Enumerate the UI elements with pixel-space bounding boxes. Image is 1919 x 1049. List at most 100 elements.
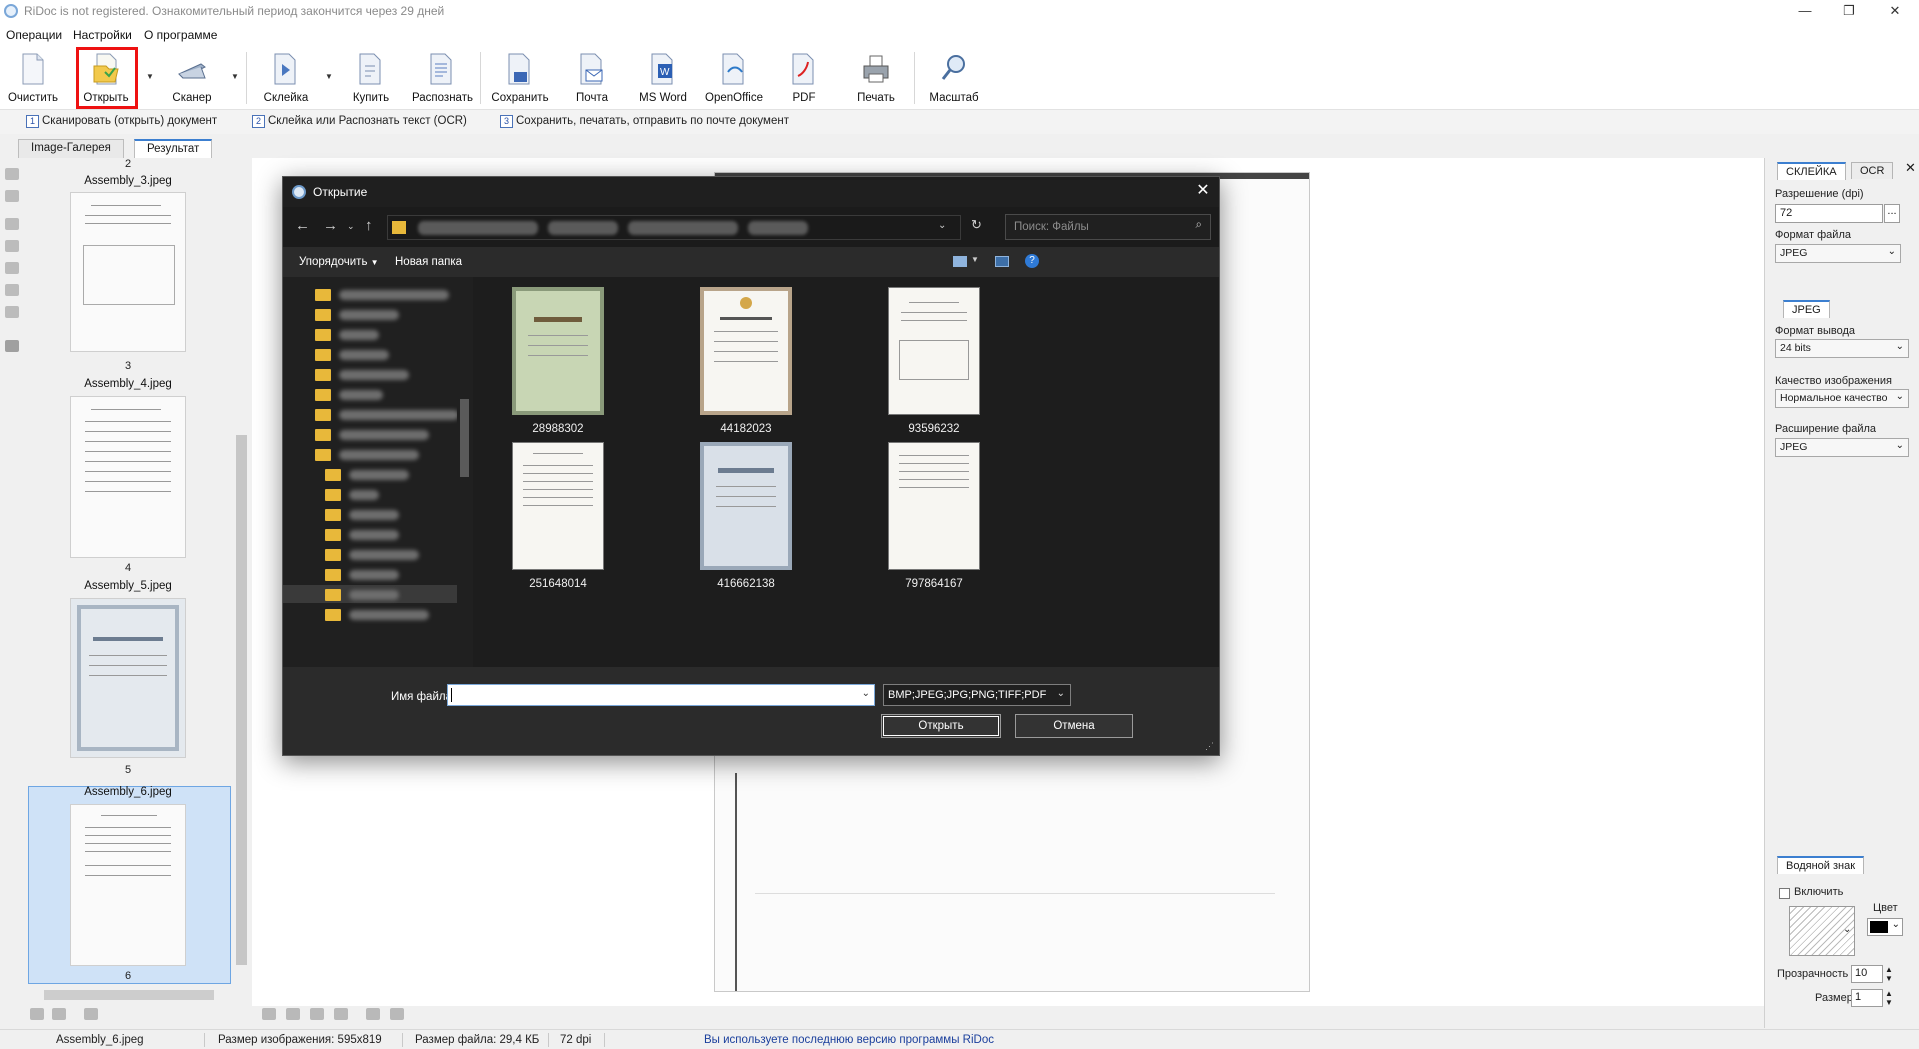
view-icon[interactable] bbox=[366, 1008, 380, 1020]
tab-glue[interactable]: СКЛЕЙКА bbox=[1777, 162, 1846, 180]
refresh-icon[interactable]: ↻ bbox=[971, 217, 982, 233]
tree-scroll-thumb[interactable] bbox=[460, 399, 469, 477]
view-icon[interactable] bbox=[286, 1008, 300, 1020]
pdf-icon bbox=[792, 53, 814, 85]
rotate-icon[interactable] bbox=[5, 218, 19, 230]
thumbnail-caption: Assembly_5.jpeg bbox=[84, 580, 172, 592]
dialog-title-bar: Открытие ✕ bbox=[283, 177, 1219, 207]
resize-grip-icon[interactable]: ⋰ bbox=[1205, 741, 1214, 752]
openoffice-button[interactable]: OpenOffice bbox=[704, 50, 764, 108]
step-glue-ocr[interactable]: 2 Склейка или Распознать текст (OCR) bbox=[252, 115, 467, 128]
glue-dropdown-arrow[interactable]: ▼ bbox=[325, 72, 333, 81]
restore-button[interactable]: ❐ bbox=[1826, 0, 1872, 24]
tab-watermark[interactable]: Водяной знак bbox=[1777, 856, 1865, 874]
menu-operations[interactable]: Операции bbox=[6, 28, 62, 42]
scanner-dropdown-arrow[interactable]: ▼ bbox=[231, 72, 239, 81]
new-folder-button[interactable]: Новая папка bbox=[395, 256, 462, 268]
recognize-button[interactable]: Распознать bbox=[412, 50, 473, 108]
preview-pane-icon[interactable] bbox=[995, 256, 1009, 267]
file-item[interactable]: 28988302 bbox=[483, 287, 633, 437]
thumbnail-caption: Assembly_3.jpeg bbox=[84, 175, 172, 187]
watermark-enable-checkbox[interactable] bbox=[1779, 888, 1790, 899]
organize-button[interactable]: Упорядочить ▼ bbox=[299, 256, 379, 268]
tab-image-gallery[interactable]: Image-Галерея bbox=[18, 139, 124, 158]
close-button[interactable]: ✕ bbox=[1872, 0, 1918, 24]
adjust-icon[interactable] bbox=[5, 284, 19, 296]
output-format-select[interactable]: 24 bits ⌄ bbox=[1775, 339, 1909, 358]
recent-chevron-icon[interactable]: ⌄ bbox=[347, 221, 355, 232]
blank-page-icon bbox=[22, 53, 44, 85]
zoom-button[interactable]: Масштаб bbox=[924, 50, 984, 108]
tab-ocr[interactable]: OCR bbox=[1851, 162, 1894, 179]
size-input[interactable]: 1 bbox=[1851, 989, 1883, 1007]
file-format-select[interactable]: JPEG ⌄ bbox=[1775, 244, 1901, 263]
quality-select[interactable]: Нормальное качество ⌄ bbox=[1775, 389, 1909, 408]
view-icon[interactable] bbox=[52, 1008, 66, 1020]
file-item[interactable]: 44182023 bbox=[671, 287, 821, 437]
status-dpi: 72 dpi bbox=[560, 1034, 592, 1046]
forward-arrow-icon[interactable]: → bbox=[323, 217, 338, 234]
back-arrow-icon[interactable]: ← bbox=[295, 217, 310, 234]
thumbnail-assembly-6[interactable] bbox=[70, 804, 186, 966]
view-icon[interactable] bbox=[390, 1008, 404, 1020]
filetype-select[interactable]: BMP;JPEG;JPG;PNG;TIFF;PDF ⌄ bbox=[883, 684, 1071, 706]
crop-icon[interactable] bbox=[5, 262, 19, 274]
step-save[interactable]: 3 Сохранить, печатать, отправить по почте… bbox=[500, 115, 789, 128]
menu-about[interactable]: О программе bbox=[144, 28, 217, 42]
print-button[interactable]: Печать bbox=[846, 50, 906, 108]
tab-jpeg[interactable]: JPEG bbox=[1783, 300, 1830, 318]
help-icon[interactable]: ? bbox=[1025, 254, 1039, 268]
settings-icon[interactable] bbox=[5, 306, 19, 318]
move-down-icon[interactable] bbox=[5, 190, 19, 202]
save-button[interactable]: Сохранить bbox=[490, 50, 550, 108]
filename-input[interactable]: ⌄ bbox=[447, 684, 875, 706]
view-options-icon[interactable] bbox=[953, 256, 967, 267]
thumbnail-assembly-3[interactable] bbox=[70, 192, 186, 352]
gallery-hscroll-thumb[interactable] bbox=[44, 990, 214, 1000]
flip-icon[interactable] bbox=[5, 240, 19, 252]
mail-button[interactable]: Почта bbox=[562, 50, 622, 108]
msword-button[interactable]: W MS Word bbox=[633, 50, 693, 108]
transparency-input[interactable]: 10 bbox=[1851, 965, 1883, 983]
file-item[interactable]: 93596232 bbox=[859, 287, 1009, 437]
file-thumbnail bbox=[512, 287, 604, 415]
up-arrow-icon[interactable]: ↑ bbox=[365, 217, 373, 234]
delete-icon[interactable] bbox=[5, 340, 19, 352]
glue-button[interactable]: Склейка bbox=[256, 50, 316, 108]
view-icon[interactable] bbox=[84, 1008, 98, 1020]
step-scan[interactable]: 1 Сканировать (открыть) документ bbox=[26, 115, 217, 128]
buy-button[interactable]: Купить bbox=[341, 50, 401, 108]
view-icon[interactable] bbox=[262, 1008, 276, 1020]
extension-select[interactable]: JPEG ⌄ bbox=[1775, 438, 1909, 457]
move-up-icon[interactable] bbox=[5, 168, 19, 180]
chevron-down-icon[interactable]: ⌄ bbox=[938, 220, 946, 231]
size-spinner[interactable]: ▲ ▼ bbox=[1885, 989, 1893, 1007]
minimize-button[interactable]: — bbox=[1782, 0, 1828, 24]
panel-close-icon[interactable]: ✕ bbox=[1905, 160, 1916, 176]
tab-result[interactable]: Результат bbox=[134, 139, 213, 158]
resolution-input[interactable]: 72 bbox=[1775, 204, 1883, 223]
pdf-button[interactable]: PDF bbox=[774, 50, 834, 108]
watermark-color-picker[interactable]: ⌄ bbox=[1867, 918, 1903, 936]
thumbnail-assembly-4[interactable] bbox=[70, 396, 186, 558]
dialog-search-input[interactable]: Поиск: Файлы ⌕ bbox=[1005, 214, 1211, 240]
view-icon[interactable] bbox=[310, 1008, 324, 1020]
view-icon[interactable] bbox=[30, 1008, 44, 1020]
dialog-cancel-button[interactable]: Отмена bbox=[1015, 714, 1133, 738]
file-item[interactable]: 416662138 bbox=[671, 442, 821, 592]
file-item[interactable]: 797864167 bbox=[859, 442, 1009, 592]
address-bar[interactable]: ⌄ bbox=[387, 215, 961, 240]
gallery-scroll-thumb[interactable] bbox=[236, 435, 247, 965]
chevron-down-icon[interactable]: ▼ bbox=[971, 255, 979, 264]
dialog-open-button[interactable]: Открыть bbox=[881, 714, 1001, 738]
clear-button[interactable]: Очистить bbox=[3, 50, 63, 108]
resolution-more-button[interactable]: ... bbox=[1884, 204, 1900, 223]
view-icon[interactable] bbox=[334, 1008, 348, 1020]
file-item[interactable]: 251648014 bbox=[483, 442, 633, 592]
transparency-spinner[interactable]: ▲ ▼ bbox=[1885, 965, 1893, 983]
dialog-close-button[interactable]: ✕ bbox=[1189, 180, 1217, 204]
scanner-button[interactable]: Сканер bbox=[162, 50, 222, 108]
open-dropdown-arrow[interactable]: ▼ bbox=[146, 72, 154, 81]
thumbnail-assembly-5[interactable] bbox=[70, 598, 186, 758]
menu-settings[interactable]: Настройки bbox=[73, 28, 132, 42]
